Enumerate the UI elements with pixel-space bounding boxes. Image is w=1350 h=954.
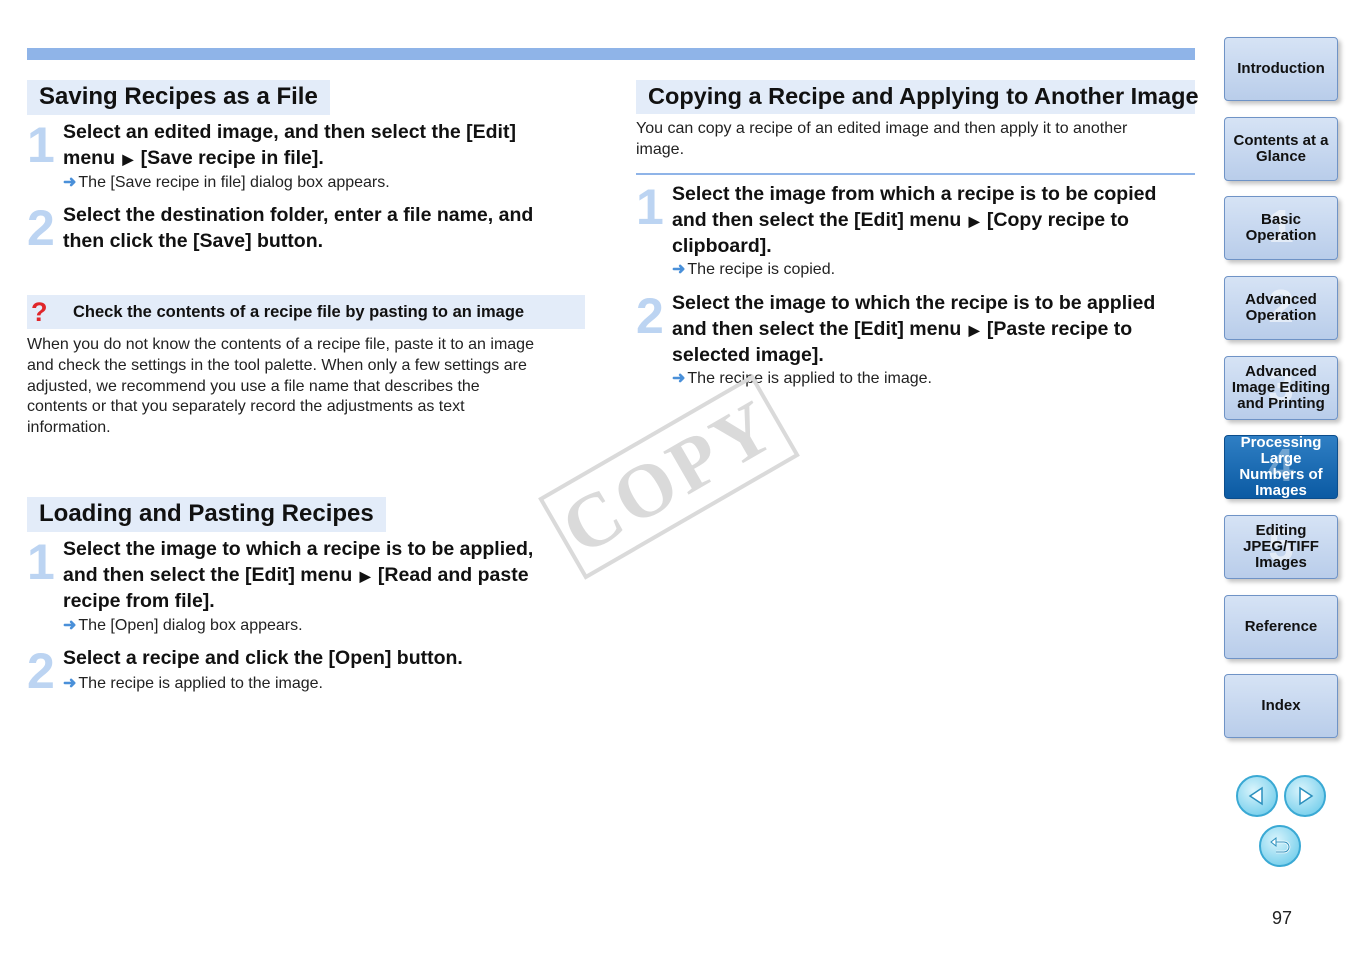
- result-text: The [Open] dialog box appears.: [78, 617, 303, 634]
- step-result: ➜ The recipe is copied.: [672, 260, 835, 280]
- nav-label: Index: [1261, 697, 1301, 714]
- intro-line: image.: [636, 140, 685, 158]
- menu-arrow-icon: ▶: [968, 212, 980, 229]
- step-result: ➜ The [Save recipe in file] dialog box ap…: [63, 173, 390, 193]
- top-accent-bar: [27, 48, 1195, 60]
- step-number: 2: [27, 643, 55, 699]
- step-line: Select the image to which a recipe is to…: [63, 538, 534, 560]
- step-line: [Read and paste: [377, 563, 529, 586]
- tip-line: information.: [27, 419, 111, 437]
- step-line: Select the destination folder, enter a f…: [63, 204, 534, 226]
- nav-advanced-operation[interactable]: 2 Advanced Operation: [1224, 276, 1338, 340]
- step-line: selected image].: [672, 344, 824, 366]
- result-text: The [Save recipe in file] dialog box app…: [78, 174, 390, 191]
- nav-label: Advanced Image Editing and Printing: [1231, 363, 1331, 412]
- step-line: menu: [63, 146, 116, 169]
- page-number: 97: [1272, 908, 1293, 928]
- result-text: The recipe is applied to the image.: [78, 675, 323, 692]
- menu-arrow-icon: ▶: [968, 321, 980, 338]
- result-arrow-icon: ➜: [63, 675, 77, 692]
- section-title-saving: Saving Recipes as a File: [27, 80, 330, 115]
- step-line: then click the [Save] button.: [63, 229, 324, 252]
- tip-line: and check the settings in the tool palet…: [27, 356, 527, 374]
- tip-body: When you do not know the contents of a r…: [27, 335, 587, 439]
- nav-label: Advanced Operation: [1245, 291, 1317, 324]
- step-line: Select the image to which the recipe is …: [672, 292, 1156, 314]
- step-line: clipboard].: [672, 235, 772, 257]
- menu-arrow-icon: ▶: [122, 150, 134, 167]
- tip-title: Check the contents of a recipe file by p…: [73, 303, 525, 321]
- tip-line: adjusted, we recommend you use a file na…: [27, 377, 480, 395]
- return-arrow-icon: [1270, 836, 1291, 854]
- step-line: recipe from file].: [63, 590, 215, 612]
- copying-step-2: 2 Select the image to which the recipe i…: [636, 291, 1196, 371]
- step-line: and then select the [Edit] menu: [672, 317, 962, 340]
- nav-processing-large-numbers[interactable]: 4 Processing Large Numbers of Images: [1224, 435, 1338, 499]
- step-line: [Paste recipe to: [986, 317, 1133, 340]
- step-result: ➜ The [Open] dialog box appears.: [63, 616, 303, 636]
- result-arrow-icon: ➜: [63, 617, 77, 634]
- step-line: and then select the [Edit] menu: [63, 563, 353, 586]
- copying-intro: You can copy a recipe of an edited image…: [636, 119, 1196, 161]
- tip-header: ? Check the contents of a recipe file by…: [27, 295, 585, 329]
- nav-label: Contents at a Glance: [1233, 132, 1329, 165]
- return-button[interactable]: [1259, 825, 1301, 867]
- step-instruction: Select a recipe and click the [Open] but…: [63, 646, 463, 672]
- step-line: [Save recipe in file].: [140, 146, 324, 169]
- step-result: ➜ The recipe is applied to the image.: [672, 369, 932, 389]
- result-arrow-icon: ➜: [672, 261, 686, 278]
- result-arrow-icon: ➜: [672, 370, 686, 387]
- step-line: and then select the [Edit] menu: [672, 208, 962, 231]
- copying-step-1: 1 Select the image from which a recipe i…: [636, 182, 1196, 262]
- result-text: The recipe is applied to the image.: [687, 370, 932, 387]
- step-instruction: Select the destination folder, enter a f…: [63, 203, 533, 254]
- step-instruction: Select the image to which the recipe is …: [672, 291, 1155, 369]
- step-instruction: Select an edited image, and then select …: [63, 120, 516, 172]
- nav-label: Introduction: [1237, 60, 1325, 77]
- nav-label: Reference: [1244, 618, 1318, 635]
- saving-step-2: 2 Select the destination folder, enter a…: [27, 203, 587, 263]
- step-number: 1: [27, 534, 55, 590]
- intro-line: You can copy a recipe of an edited image…: [636, 120, 1128, 137]
- loading-step-1: 1 Select the image to which a recipe is …: [27, 537, 587, 617]
- question-mark-icon: ?: [31, 297, 48, 327]
- nav-advanced-image-editing[interactable]: 3 Advanced Image Editing and Printing: [1224, 356, 1338, 420]
- step-number: 1: [27, 117, 55, 173]
- result-text: The recipe is copied.: [687, 261, 836, 278]
- divider: [636, 173, 1195, 175]
- step-line: Select a recipe and click the [Open] but…: [63, 647, 463, 669]
- nav-basic-operation[interactable]: 1 Basic Operation: [1224, 196, 1338, 260]
- nav-introduction[interactable]: Introduction: [1224, 37, 1338, 101]
- nav-index[interactable]: Index: [1224, 674, 1338, 738]
- previous-page-button[interactable]: [1236, 775, 1278, 817]
- step-instruction: Select the image to which a recipe is to…: [63, 537, 533, 615]
- menu-arrow-icon: ▶: [359, 567, 371, 584]
- tip-line: contents or that you separately record t…: [27, 398, 465, 416]
- step-instruction: Select the image from which a recipe is …: [672, 182, 1156, 260]
- nav-label: Processing Large Numbers of Images: [1239, 434, 1323, 499]
- section-title-copying: Copying a Recipe and Applying to Another…: [636, 80, 1199, 114]
- step-line: Select an edited image, and then select …: [63, 121, 516, 143]
- section-title-loading: Loading and Pasting Recipes: [27, 497, 386, 532]
- nav-reference[interactable]: Reference: [1224, 595, 1338, 659]
- step-number: 1: [636, 179, 664, 235]
- next-page-button[interactable]: [1284, 775, 1326, 817]
- step-line: [Copy recipe to: [986, 208, 1129, 231]
- step-number: 2: [27, 200, 55, 256]
- nav-contents-at-a-glance[interactable]: Contents at a Glance: [1224, 117, 1338, 181]
- nav-label: Basic Operation: [1245, 211, 1317, 244]
- step-number: 2: [636, 288, 664, 344]
- triangle-right-icon: [1299, 786, 1314, 806]
- triangle-left-icon: [1248, 786, 1263, 806]
- nav-editing-jpeg-tiff[interactable]: 5 Editing JPEG/TIFF Images: [1224, 515, 1338, 579]
- step-line: Select the image from which a recipe is …: [672, 183, 1157, 205]
- tip-line: When you do not know the contents of a r…: [27, 336, 534, 353]
- nav-label: Editing JPEG/TIFF Images: [1243, 522, 1319, 571]
- result-arrow-icon: ➜: [63, 174, 77, 191]
- step-result: ➜ The recipe is applied to the image.: [63, 674, 323, 694]
